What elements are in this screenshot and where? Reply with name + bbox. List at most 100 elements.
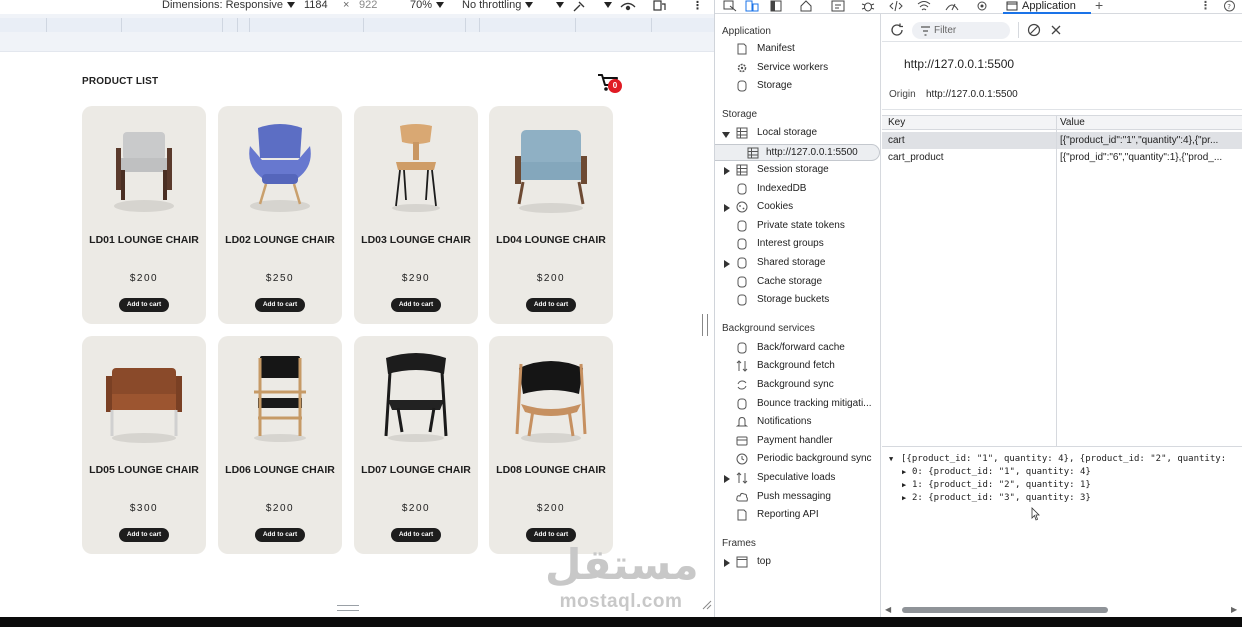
expand-arrow-icon[interactable] xyxy=(722,132,730,138)
sidebar-item-payment-handler[interactable]: Payment handler xyxy=(757,435,833,446)
row-key: cart_product xyxy=(888,152,944,163)
sidebar-item-background-fetch[interactable]: Background fetch xyxy=(757,360,835,371)
horizontal-scrollbar[interactable]: ◀ ▶ xyxy=(882,603,1242,617)
delete-selected-icon[interactable] xyxy=(1050,24,1062,36)
sidebar-item-session-storage[interactable]: Session storage xyxy=(757,164,829,175)
dropdown-toggle[interactable] xyxy=(600,0,612,11)
add-to-cart-button[interactable]: Add to cart xyxy=(255,298,305,312)
kebab-menu-icon[interactable]: ⋮ xyxy=(1200,0,1211,12)
row-value: [{"product_id":"1","quantity":4},{"pr... xyxy=(1060,135,1219,146)
sidebar-item-storage[interactable]: Storage xyxy=(757,80,792,91)
refresh-icon[interactable] xyxy=(890,23,904,37)
sidebar-item-manifest[interactable]: Manifest xyxy=(757,43,795,54)
sidebar-item-local-storage[interactable]: Local storage xyxy=(757,127,817,138)
column-header-key[interactable]: Key xyxy=(888,116,1048,130)
more-options-select[interactable] xyxy=(552,0,564,11)
chair-ld05-image xyxy=(106,368,182,443)
elements-icon[interactable] xyxy=(831,0,845,12)
help-icon[interactable]: ? xyxy=(1223,0,1236,12)
sidebar-item-reporting-api[interactable]: Reporting API xyxy=(757,509,819,520)
ruler-segment xyxy=(249,18,250,32)
column-header-value[interactable]: Value xyxy=(1060,116,1238,130)
add-to-cart-button[interactable]: Add to cart xyxy=(119,298,169,312)
section-header-background-services: Background services xyxy=(722,323,815,334)
table-row[interactable]: cart [{"product_id":"1","quantity":4},{"… xyxy=(882,132,1242,149)
expand-arrow-icon[interactable]: ▶ xyxy=(902,481,906,489)
database-icon xyxy=(737,398,747,410)
product-price: $200 xyxy=(129,273,159,284)
expand-arrow-icon[interactable] xyxy=(724,475,730,483)
expand-arrow-icon[interactable] xyxy=(724,167,730,175)
product-page: PRODUCT LIST 0 LD01 LOUNGE CHAIR $200 Ad… xyxy=(0,52,700,611)
gear-icon xyxy=(737,63,747,73)
add-to-cart-button[interactable]: Add to cart xyxy=(526,298,576,312)
sidebar-item-back-forward-cache[interactable]: Back/forward cache xyxy=(757,342,845,353)
sidebar-item-speculative-loads[interactable]: Speculative loads xyxy=(757,472,835,483)
media-query-ruler[interactable] xyxy=(0,14,714,52)
database-icon xyxy=(737,220,747,232)
scroll-right-icon[interactable]: ▶ xyxy=(1231,605,1237,614)
sidebar-item-cache-storage[interactable]: Cache storage xyxy=(757,276,822,287)
sidebar-item-notifications[interactable]: Notifications xyxy=(757,416,811,427)
section-header-frames: Frames xyxy=(722,538,756,549)
chair-ld08-image xyxy=(515,361,587,443)
network-wifi-icon[interactable] xyxy=(917,0,931,12)
sidebar-item-push-messaging[interactable]: Push messaging xyxy=(757,491,831,502)
sidebar-item-periodic-sync[interactable]: Periodic background sync xyxy=(757,453,872,464)
add-to-cart-button[interactable]: Add to cart xyxy=(391,528,441,542)
add-to-cart-button[interactable]: Add to cart xyxy=(255,528,305,542)
sidebar-item-shared-storage[interactable]: Shared storage xyxy=(757,257,825,268)
tab-application[interactable]: Application xyxy=(1003,0,1091,14)
panel-splitter-handle[interactable] xyxy=(702,314,708,336)
device-toggle-icon[interactable] xyxy=(745,0,759,12)
zoom-select[interactable]: 70% xyxy=(410,0,445,11)
eye-icon[interactable] xyxy=(620,0,636,12)
sidebar-item-local-origin[interactable]: http://127.0.0.1:5500 xyxy=(715,144,880,161)
code-icon[interactable] xyxy=(889,0,903,12)
expand-arrow-icon[interactable] xyxy=(724,559,730,567)
sidebar-item-interest-groups[interactable]: Interest groups xyxy=(757,238,824,249)
memory-icon[interactable] xyxy=(975,0,989,12)
product-card: LD08 LOUNGE CHAIR $200 Add to cart xyxy=(489,336,613,554)
scrollbar-thumb[interactable] xyxy=(902,607,1108,613)
product-name: LD01 LOUNGE CHAIR xyxy=(89,234,199,246)
sidebar-item-indexeddb[interactable]: IndexedDB xyxy=(757,183,806,194)
width-input[interactable]: 1184 xyxy=(304,0,328,11)
throttling-select[interactable]: No throttling xyxy=(462,0,534,11)
performance-icon[interactable] xyxy=(945,0,959,12)
frame-icon xyxy=(736,556,748,568)
scroll-left-icon[interactable]: ◀ xyxy=(885,605,891,614)
table-row[interactable]: cart_product [{"prod_id":"6","quantity":… xyxy=(882,149,1242,166)
clear-all-icon[interactable] xyxy=(1027,23,1041,37)
expand-arrow-icon[interactable] xyxy=(724,260,730,268)
sidebar-item-background-sync[interactable]: Background sync xyxy=(757,379,834,390)
sidebar-item-frame-top[interactable]: top xyxy=(757,556,771,567)
kebab-menu-icon[interactable]: ⋮ xyxy=(692,0,703,12)
inspect-icon[interactable] xyxy=(723,0,737,12)
sidebar-item-cookies[interactable]: Cookies xyxy=(757,201,793,212)
application-sidebar: Application Manifest Service workers Sto… xyxy=(715,14,881,617)
sidebar-item-storage-buckets[interactable]: Storage buckets xyxy=(757,294,829,305)
height-input[interactable]: 922 xyxy=(359,0,377,11)
sidebar-item-bounce-tracking[interactable]: Bounce tracking mitigati... xyxy=(757,398,872,409)
rotate-icon[interactable] xyxy=(652,0,666,12)
add-tab-icon[interactable]: + xyxy=(1095,0,1103,13)
sidebar-item-private-state-tokens[interactable]: Private state tokens xyxy=(757,220,845,231)
database-icon xyxy=(737,342,747,354)
dimensions-select[interactable]: Dimensions: Responsive xyxy=(162,0,296,11)
expand-arrow-icon[interactable]: ▶ xyxy=(902,468,906,476)
vertical-resize-handle[interactable] xyxy=(337,605,359,611)
expand-arrow-icon[interactable]: ▶ xyxy=(902,494,906,502)
sensor-icon[interactable] xyxy=(572,0,586,12)
sidebar-item-service-workers[interactable]: Service workers xyxy=(757,62,828,73)
home-icon[interactable] xyxy=(799,0,813,12)
arrows-updown-icon xyxy=(736,360,748,372)
dock-icon[interactable] xyxy=(769,0,783,12)
collapse-arrow-icon[interactable]: ▼ xyxy=(889,455,893,463)
ruler-segment xyxy=(465,18,466,32)
expand-arrow-icon[interactable] xyxy=(724,204,730,212)
add-to-cart-button[interactable]: Add to cart xyxy=(391,298,441,312)
add-to-cart-button[interactable]: Add to cart xyxy=(119,528,169,542)
resize-corner-icon[interactable] xyxy=(700,598,712,610)
bug-icon[interactable] xyxy=(861,0,875,12)
